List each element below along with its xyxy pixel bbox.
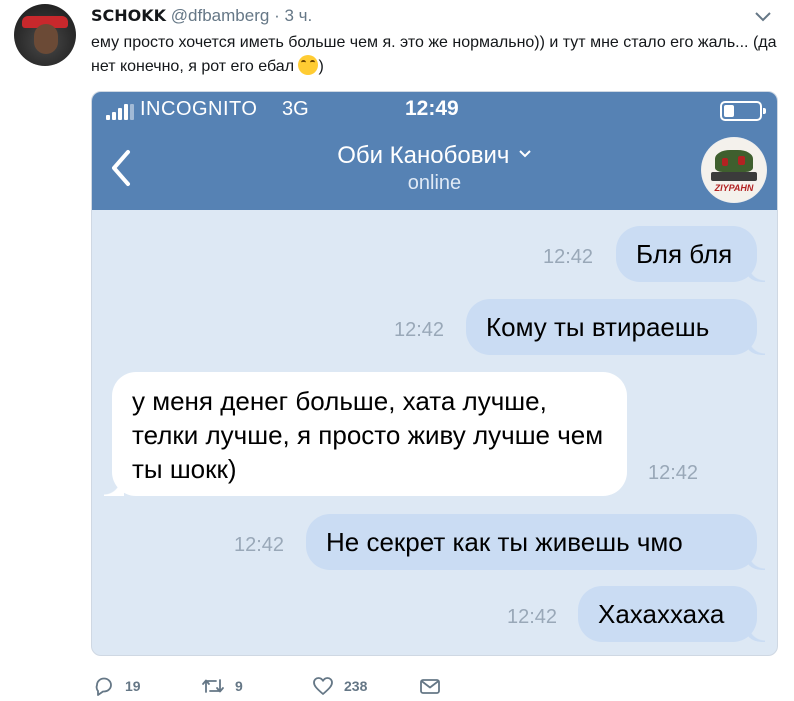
message-bubble-outgoing[interactable]: Бля бля [616, 226, 757, 282]
message-bubble-outgoing[interactable]: Кому ты втираешь [466, 299, 757, 355]
avatar-caption: ZIYPAHN [714, 183, 754, 193]
retweet-count: 9 [235, 678, 243, 694]
message-time: 12:42 [543, 246, 594, 268]
status-bar: INCOGNITO 3G 12:49 [92, 92, 777, 130]
author-display-name[interactable]: SCHOKK [91, 6, 166, 25]
reply-button[interactable]: 19 [93, 672, 141, 700]
reply-count: 19 [125, 678, 141, 694]
carrier-label: INCOGNITO [140, 98, 258, 120]
retweet-icon [202, 679, 224, 693]
envelope-icon [420, 679, 440, 694]
contact-name[interactable]: Оби Канобович [337, 142, 509, 169]
message-text: Кому ты втираешь [486, 311, 710, 342]
message-time: 12:42 [507, 606, 558, 628]
tweet-text-end: ) [318, 58, 324, 75]
status-time: 12:49 [405, 97, 459, 120]
message-text: Не секрет как ты живешь чмо [326, 526, 683, 557]
tweet: SCHOKK @dfbamberg · 3 ч. ему просто хоче… [0, 0, 794, 701]
network-label: 3G [282, 98, 309, 120]
chevron-down-icon[interactable] [518, 149, 532, 159]
retweet-button[interactable]: 9 [201, 672, 243, 700]
tweet-time[interactable]: 3 ч. [284, 6, 312, 25]
battery-icon [720, 101, 766, 121]
contact-info[interactable]: Оби Канобович online [92, 142, 777, 195]
face-with-tears-of-joy-icon [298, 55, 319, 75]
tweet-text: ему просто хочется иметь больше чем я. э… [91, 34, 777, 75]
author-avatar[interactable] [14, 4, 76, 66]
chat-header: INCOGNITO 3G 12:49 Оби Канобович online [92, 92, 777, 210]
like-button[interactable]: 238 [312, 672, 367, 700]
tweet-actions: 19 9 238 [91, 672, 691, 700]
contact-status: online [407, 172, 462, 194]
message-bubble-incoming[interactable]: у меня денег больше, хата лучше, телки л… [112, 372, 627, 496]
reply-icon [95, 677, 112, 696]
message-text: Бля бля [636, 238, 733, 269]
attached-chat-screenshot[interactable]: INCOGNITO 3G 12:49 Оби Канобович online [91, 91, 778, 656]
chevron-down-icon[interactable] [752, 6, 774, 26]
message-text: Хахаххаха [598, 598, 725, 629]
message-time: 12:42 [394, 319, 445, 341]
message-time: 12:42 [648, 462, 699, 484]
message-text: у меня денег больше, хата лучше, телки л… [132, 386, 604, 484]
like-count: 238 [344, 678, 368, 694]
contact-avatar[interactable]: ZIYPAHN [702, 138, 766, 202]
tweet-text-block: ему просто хочется иметь больше чем я. э… [91, 31, 781, 79]
header-separator: · [274, 6, 280, 25]
author-handle[interactable]: @dfbamberg [171, 6, 270, 25]
message-time: 12:42 [234, 534, 285, 556]
heart-icon [313, 677, 333, 695]
tweet-header: SCHOKK @dfbamberg · 3 ч. [91, 6, 312, 26]
direct-message-button[interactable] [419, 672, 441, 700]
message-bubble-outgoing[interactable]: Не секрет как ты живешь чмо [306, 514, 757, 570]
message-bubble-outgoing[interactable]: Хахаххаха [578, 586, 757, 642]
